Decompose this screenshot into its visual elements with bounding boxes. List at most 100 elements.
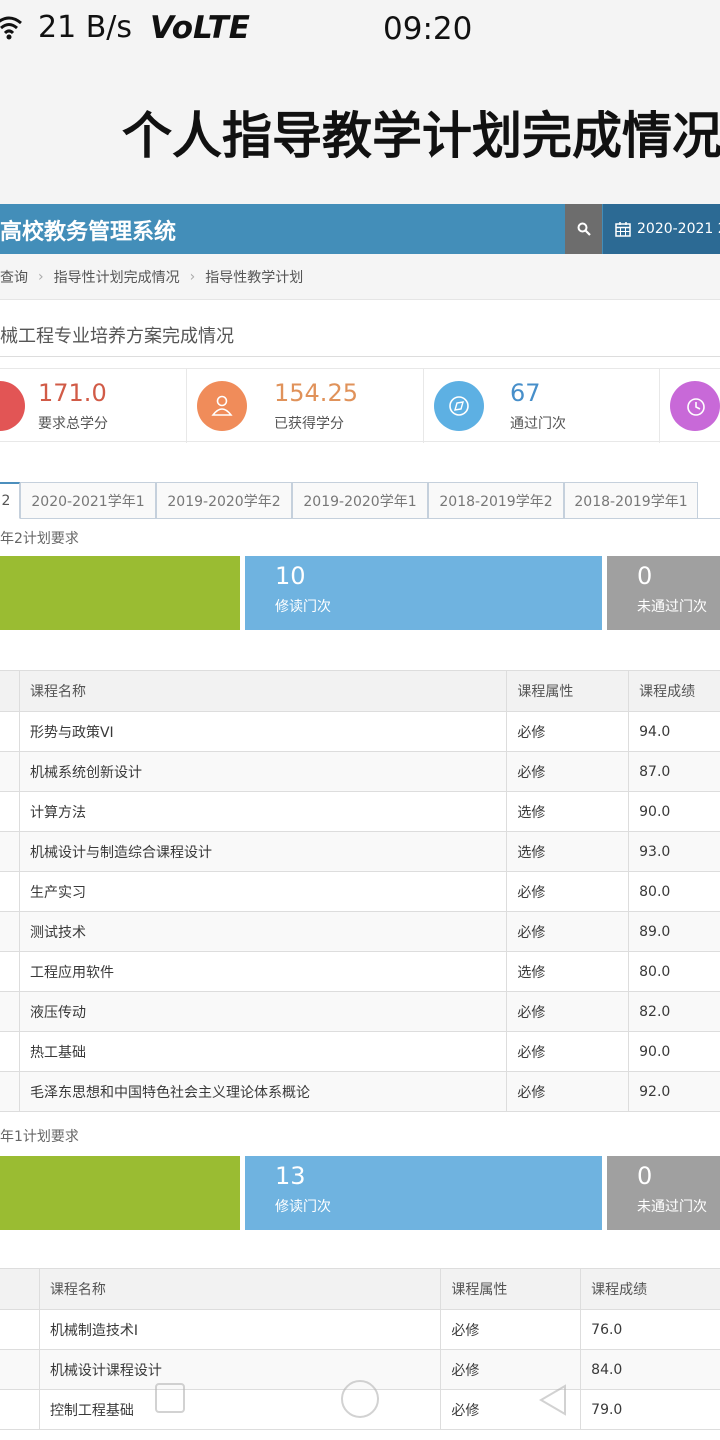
cell bbox=[0, 911, 20, 952]
stat-passed-courses: 67 通过门次 bbox=[424, 369, 660, 443]
column-header[interactable]: 课程名称 bbox=[38, 1268, 442, 1310]
cell bbox=[0, 791, 20, 832]
tab-2018-2019-2[interactable]: 2018-2019学年2 bbox=[428, 482, 564, 519]
stat-extra bbox=[660, 369, 720, 443]
stats-row: 171.0 要求总学分 154.25 已获得学分 67 通过门次 bbox=[0, 368, 720, 443]
course-type: 选修 bbox=[506, 791, 630, 832]
course-type: 选修 bbox=[506, 951, 630, 992]
system-title[interactable]: 高校教务管理系统 bbox=[0, 214, 176, 246]
column-header[interactable]: 课程成绩 bbox=[628, 670, 720, 712]
net-speed: 21 B/s bbox=[38, 10, 133, 45]
table-row: 机械制造技术I 必修 76.0 bbox=[0, 1309, 720, 1350]
course-name: 计算方法 bbox=[18, 791, 508, 832]
cell bbox=[0, 1309, 40, 1350]
term-selector[interactable]: 2020-2021 2 bbox=[603, 204, 720, 254]
summary-taken: 10 修读门次 bbox=[245, 556, 602, 630]
tab-current[interactable]: 2 bbox=[0, 482, 20, 519]
clock-icon bbox=[670, 381, 720, 431]
clock: 09:20 bbox=[383, 11, 473, 47]
cell bbox=[0, 951, 20, 992]
tab-2018-2019-1[interactable]: 2018-2019学年1 bbox=[564, 482, 698, 519]
course-type: 必修 bbox=[506, 751, 630, 792]
course-name: 生产实习 bbox=[18, 871, 508, 912]
stat-label: 要求总学分 bbox=[38, 416, 108, 432]
taken-label: 修读门次 bbox=[275, 1199, 331, 1215]
calendar-icon bbox=[615, 222, 631, 237]
course-name: 液压传动 bbox=[18, 991, 508, 1032]
course-name: 形势与政策VI bbox=[18, 711, 508, 752]
course-type: 必修 bbox=[440, 1349, 582, 1390]
table-row: 毛泽东思想和中国特色社会主义理论体系概论 必修 92.0 bbox=[0, 1071, 720, 1112]
user-group-icon bbox=[197, 381, 247, 431]
plan-title: 年2计划要求 bbox=[0, 531, 79, 547]
course-table-2: 课程名称 课程属性 课程成绩 机械制造技术I 必修 76.0 机械设计课程设计 必修 8… bbox=[0, 1268, 720, 1430]
course-score: 94.0 bbox=[628, 711, 720, 752]
top-navbar: 高校教务管理系统 2020-2021 2 bbox=[0, 204, 720, 254]
course-type: 选修 bbox=[506, 831, 630, 872]
course-type: 必修 bbox=[506, 991, 630, 1032]
failed-count: 0 bbox=[637, 1162, 653, 1190]
table-row: 热工基础 必修 90.0 bbox=[0, 1031, 720, 1072]
cell bbox=[0, 871, 20, 912]
breadcrumb-item[interactable]: 指导性计划完成情况 bbox=[54, 267, 180, 287]
course-score: 89.0 bbox=[628, 911, 720, 952]
column-header[interactable]: 课程成绩 bbox=[580, 1268, 720, 1310]
course-name: 机械系统创新设计 bbox=[18, 751, 508, 792]
course-score: 90.0 bbox=[628, 1031, 720, 1072]
breadcrumb-item: 指导性教学计划 bbox=[205, 269, 304, 286]
column-header[interactable]: 课程属性 bbox=[440, 1268, 582, 1310]
course-type: 必修 bbox=[506, 1031, 630, 1072]
chevron-right-icon: › bbox=[38, 268, 44, 285]
course-score: 93.0 bbox=[628, 831, 720, 872]
course-name: 工程应用软件 bbox=[18, 951, 508, 992]
stat-earned-credits: 154.25 已获得学分 bbox=[187, 369, 424, 443]
page-heading: 个人指导教学计划完成情况 bbox=[122, 107, 720, 165]
course-score: 87.0 bbox=[628, 751, 720, 792]
search-button[interactable] bbox=[565, 204, 602, 254]
table-row: 机械设计与制造综合课程设计 选修 93.0 bbox=[0, 831, 720, 872]
cell bbox=[0, 711, 20, 752]
breadcrumb-item[interactable]: 查询 bbox=[0, 267, 28, 287]
column-header[interactable]: 课程属性 bbox=[506, 670, 630, 712]
wifi-icon bbox=[0, 16, 22, 40]
table-row: 机械设计课程设计 必修 84.0 bbox=[0, 1349, 720, 1390]
summary-failed: 0 未通过门次 bbox=[607, 1156, 720, 1230]
course-name: 控制工程基础 bbox=[38, 1389, 442, 1430]
table-row: 工程应用软件 选修 80.0 bbox=[0, 951, 720, 992]
course-score: 80.0 bbox=[628, 871, 720, 912]
search-icon bbox=[577, 222, 591, 236]
course-score: 82.0 bbox=[628, 991, 720, 1032]
tab-2019-2020-2[interactable]: 2019-2020学年2 bbox=[156, 482, 292, 519]
failed-label: 未通过门次 bbox=[637, 1199, 707, 1215]
summary-taken: 13 修读门次 bbox=[245, 1156, 602, 1230]
cell bbox=[0, 991, 20, 1032]
course-score: 90.0 bbox=[628, 791, 720, 832]
summary-green-block bbox=[0, 1156, 240, 1230]
term-label: 2020-2021 2 bbox=[637, 221, 720, 237]
failed-count: 0 bbox=[637, 562, 653, 590]
stat-value: 154.25 bbox=[274, 379, 358, 407]
failed-label: 未通过门次 bbox=[637, 599, 707, 615]
course-score: 84.0 bbox=[580, 1349, 720, 1390]
cell bbox=[0, 831, 20, 872]
course-score: 76.0 bbox=[580, 1309, 720, 1350]
summary-green-block bbox=[0, 556, 240, 630]
tab-2020-2021-1[interactable]: 2020-2021学年1 bbox=[20, 482, 156, 519]
chevron-right-icon: › bbox=[189, 268, 196, 285]
taken-label: 修读门次 bbox=[275, 599, 331, 615]
plan-title: 年1计划要求 bbox=[0, 1129, 79, 1145]
cell bbox=[0, 1349, 40, 1390]
table-row: 测试技术 必修 89.0 bbox=[0, 911, 720, 952]
course-score: 80.0 bbox=[628, 951, 720, 992]
table-row: 液压传动 必修 82.0 bbox=[0, 991, 720, 1032]
tab-2019-2020-1[interactable]: 2019-2020学年1 bbox=[292, 482, 428, 519]
table-row: 形势与政策VI 必修 94.0 bbox=[0, 711, 720, 752]
column-header[interactable]: 课程名称 bbox=[18, 670, 508, 712]
course-name: 机械制造技术I bbox=[38, 1309, 442, 1350]
divider bbox=[0, 356, 720, 357]
table-row: 控制工程基础 必修 79.0 bbox=[0, 1389, 720, 1430]
stat-required-credits: 171.0 要求总学分 bbox=[0, 369, 187, 443]
course-type: 必修 bbox=[506, 871, 630, 912]
web-content: 高校教务管理系统 2020-2021 2 查询 › 指导性计划完成情况 › 指导… bbox=[0, 204, 720, 1440]
course-name: 机械设计课程设计 bbox=[38, 1349, 442, 1390]
